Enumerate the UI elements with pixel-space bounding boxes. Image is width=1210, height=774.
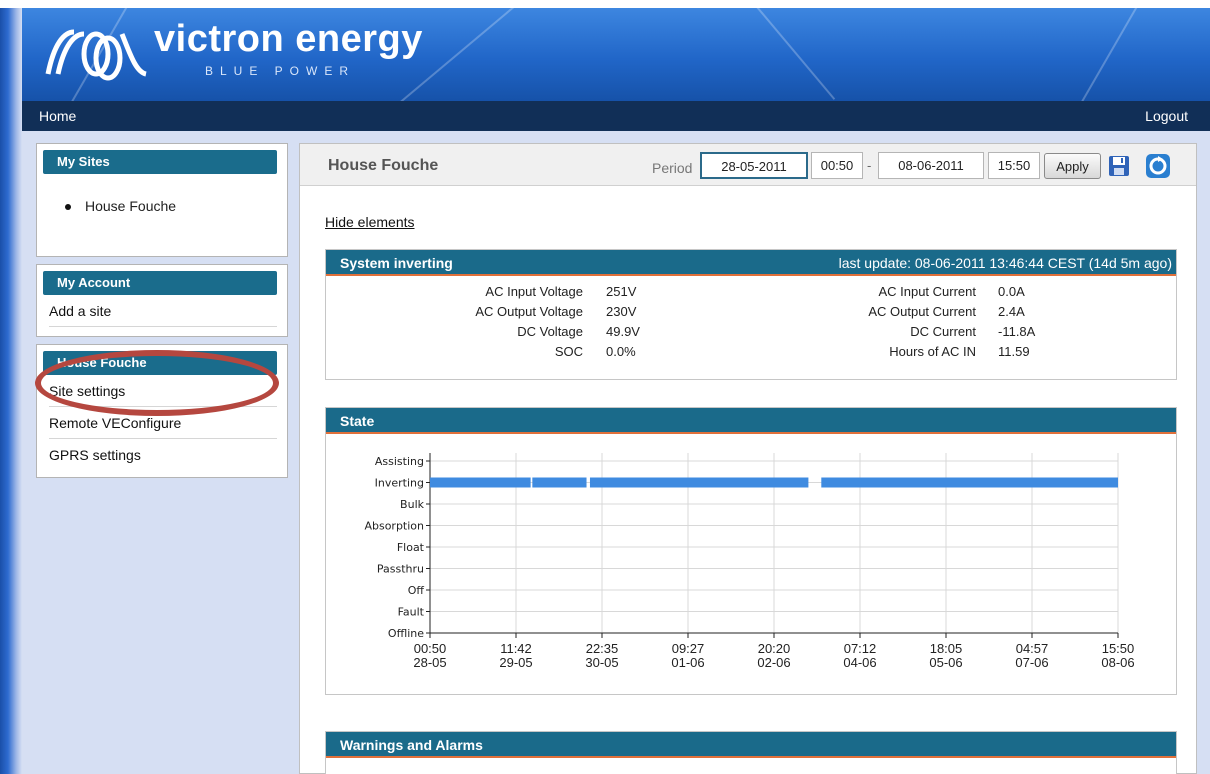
state-bar-segment (532, 477, 587, 488)
my-sites-heading: My Sites (43, 150, 277, 174)
stat-value: 0.0A (998, 284, 1025, 299)
last-update-text: last update: 08-06-2011 13:46:44 CEST (1… (838, 255, 1172, 271)
y-tick-label: Inverting (375, 477, 424, 490)
state-bar-segment (430, 477, 531, 488)
x-tick-label-time: 22:35 (586, 641, 619, 656)
stat-value: 2.4A (998, 304, 1025, 319)
victron-logo-icon (45, 29, 147, 81)
date-to-input[interactable]: 08-06-2011 (878, 152, 984, 179)
my-account-panel: My Account Add a site (36, 264, 288, 337)
x-tick-label-date: 08-06 (1101, 655, 1134, 670)
stat-value: 251V (606, 284, 637, 299)
x-tick-label-time: 07:12 (844, 641, 877, 656)
x-tick-label-date: 04-06 (843, 655, 876, 670)
x-tick-label-time: 09:27 (672, 641, 705, 656)
x-tick-label-date: 30-05 (585, 655, 618, 670)
window-top-edge (0, 0, 1210, 8)
time-to-input[interactable]: 15:50 (988, 152, 1040, 179)
save-icon[interactable] (1108, 155, 1130, 177)
stat-value: -11.8A (998, 324, 1036, 339)
state-title: State (340, 413, 375, 429)
system-status-title: System inverting (340, 255, 453, 271)
header-banner: victron energy BLUE POWER (22, 8, 1210, 101)
x-tick-label-date: 01-06 (671, 655, 704, 670)
period-separator: - (867, 158, 872, 173)
gprs-settings-link[interactable]: GPRS settings (49, 439, 277, 470)
warnings-title: Warnings and Alarms (340, 737, 483, 753)
site-menu-panel: House Fouche Site settings Remote VEConf… (36, 344, 288, 478)
x-tick-label-time: 11:42 (500, 641, 532, 656)
x-tick-label-date: 28-05 (413, 655, 446, 670)
my-account-heading: My Account (43, 271, 277, 295)
y-tick-label: Absorption (364, 520, 424, 533)
stat-label: DC Voltage (517, 324, 583, 339)
remote-veconfigure-link[interactable]: Remote VEConfigure (49, 407, 277, 439)
stat-label: DC Current (910, 324, 976, 339)
x-tick-label-time: 15:50 (1102, 641, 1135, 656)
stat-label: Hours of AC IN (889, 344, 976, 359)
nav-logout-link[interactable]: Logout (1145, 108, 1188, 124)
x-tick-label-time: 18:05 (930, 641, 963, 656)
my-sites-panel: My Sites House Fouche (36, 143, 288, 257)
x-tick-label-date: 05-06 (929, 655, 962, 670)
x-tick-label-time: 04:57 (1016, 641, 1049, 656)
stat-value: 11.59 (998, 344, 1030, 359)
bullet-icon (65, 204, 71, 211)
state-section: State Assisting Inverting Bulk Absorption Fl… (325, 407, 1177, 695)
y-tick-label: Bulk (400, 498, 425, 511)
y-tick-label: Fault (398, 606, 425, 619)
page-title: House Fouche (328, 157, 439, 174)
x-tick-label-time: 00:50 (414, 641, 447, 656)
site-settings-link[interactable]: Site settings (49, 375, 277, 407)
y-tick-label: Float (397, 541, 425, 554)
period-label: Period (652, 160, 693, 176)
x-tick-label-date: 29-05 (499, 655, 532, 670)
y-tick-label: Off (408, 584, 425, 597)
warnings-header: Warnings and Alarms (326, 732, 1176, 758)
time-from-input[interactable]: 00:50 (811, 152, 863, 179)
main-panel: House Fouche Period 28-05-2011 00:50 - 0… (299, 143, 1197, 774)
stat-value: 49.9V (606, 324, 640, 339)
state-bar-segment (589, 477, 809, 488)
add-site-link[interactable]: Add a site (49, 295, 277, 327)
system-status-header: System inverting last update: 08-06-2011… (326, 250, 1176, 276)
y-tick-label: Assisting (375, 455, 424, 468)
system-status-section: System inverting last update: 08-06-2011… (325, 249, 1177, 380)
nav-home-link[interactable]: Home (39, 108, 76, 124)
stat-label: AC Input Current (878, 284, 976, 299)
x-tick-label-date: 02-06 (757, 655, 790, 670)
warnings-section: Warnings and Alarms (325, 731, 1177, 774)
stat-label: AC Output Current (868, 304, 976, 319)
state-bar-segment (821, 477, 1118, 488)
y-tick-label: Passthru (377, 563, 424, 576)
stat-label: AC Output Voltage (475, 304, 583, 319)
site-menu-heading: House Fouche (43, 351, 277, 375)
state-header: State (326, 408, 1176, 434)
site-name[interactable]: House Fouche (85, 198, 176, 214)
y-tick-label: Offline (388, 627, 424, 640)
stat-label: AC Input Voltage (485, 284, 583, 299)
window-edge (0, 0, 22, 774)
date-from-input[interactable]: 28-05-2011 (700, 152, 808, 179)
state-chart: Assisting Inverting Bulk Absorption Float Pas… (364, 453, 1135, 670)
x-tick-label-date: 07-06 (1015, 655, 1048, 670)
hide-elements-link[interactable]: Hide elements (325, 214, 415, 230)
stat-label: SOC (554, 344, 583, 359)
refresh-icon[interactable] (1146, 154, 1170, 178)
system-values: AC Input Voltage 251V AC Output Voltage … (326, 276, 1176, 376)
top-nav: Home Logout (22, 101, 1210, 131)
brand-name: victron energy (154, 18, 423, 60)
brand-tagline: BLUE POWER (205, 64, 356, 78)
stat-value: 0.0% (606, 344, 636, 359)
site-list-item[interactable]: House Fouche (65, 198, 287, 214)
apply-button[interactable]: Apply (1044, 153, 1101, 179)
stat-value: 230V (606, 304, 637, 319)
main-header: House Fouche Period 28-05-2011 00:50 - 0… (300, 144, 1196, 186)
x-tick-label-time: 20:20 (758, 641, 791, 656)
